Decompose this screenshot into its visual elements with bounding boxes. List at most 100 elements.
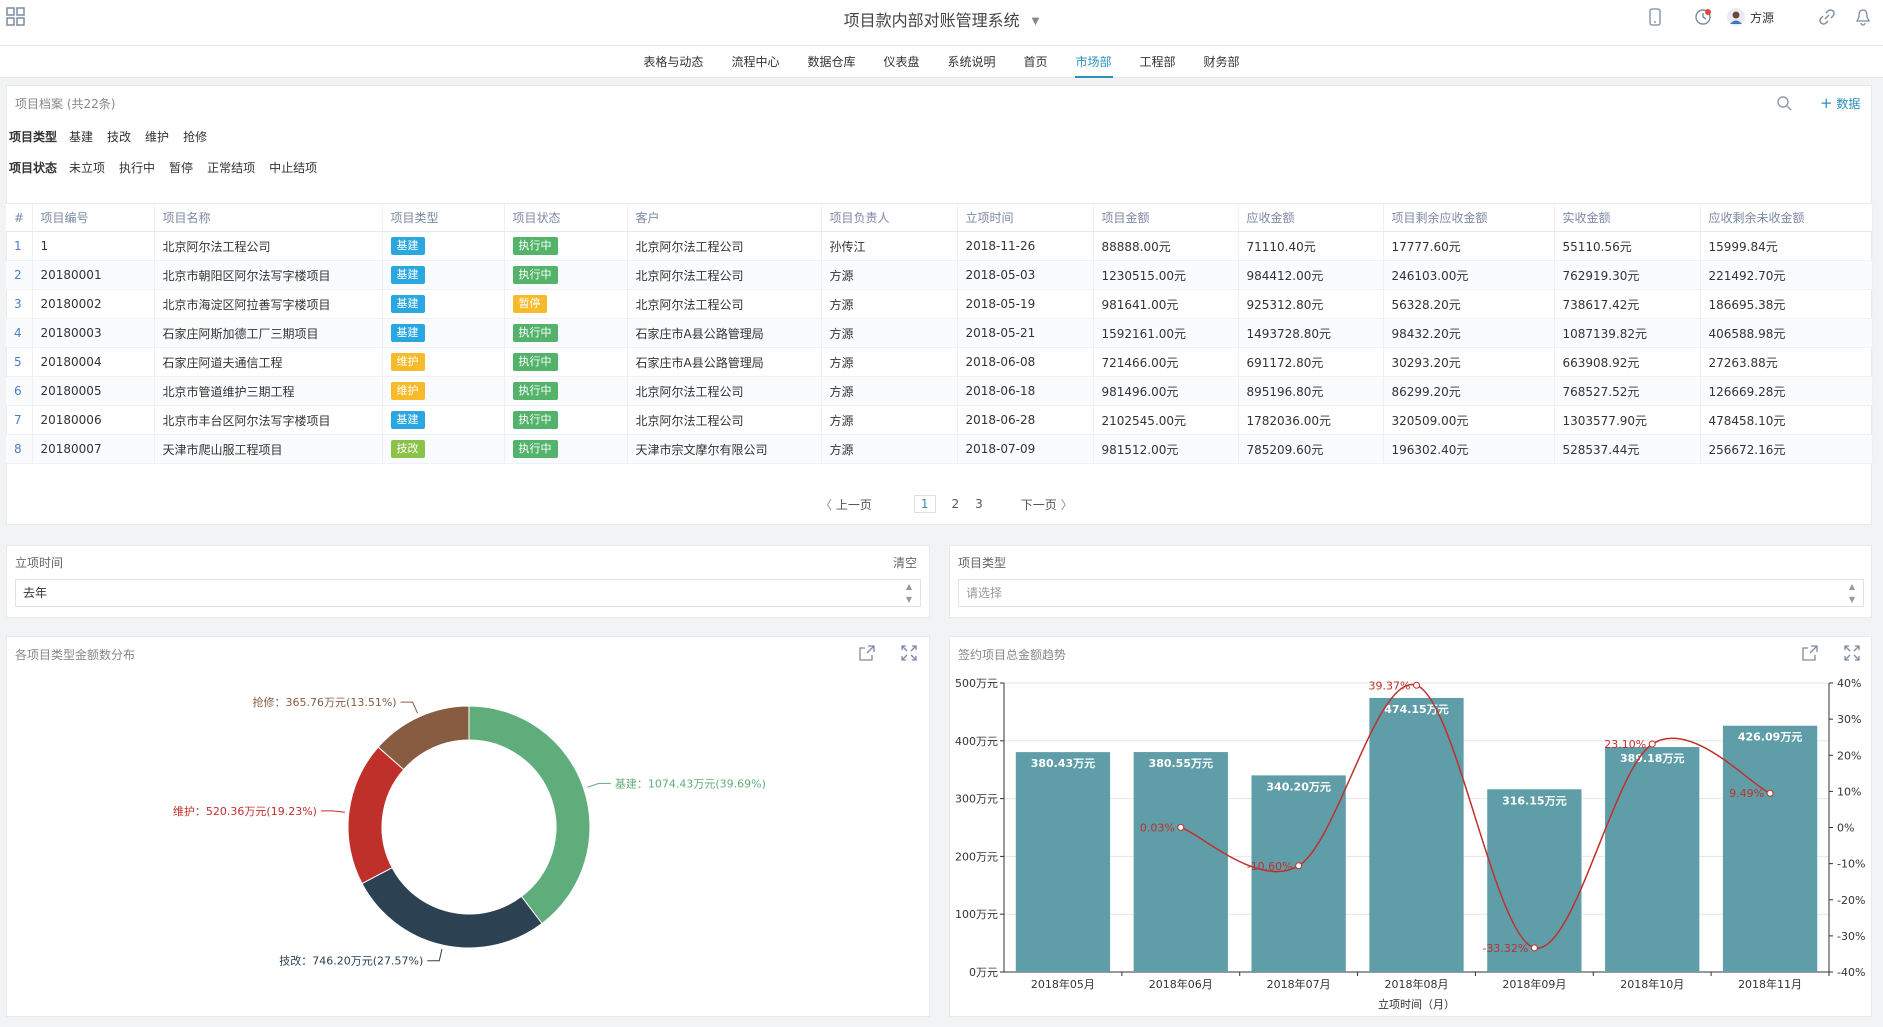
- bar[interactable]: [1605, 747, 1700, 972]
- table-row[interactable]: 4 20180003 石家庄阿斯加德工厂三期项目 基建 执行中 石家庄市A县公路管理局 方源…: [6, 318, 1873, 348]
- page-1-button[interactable]: 1: [913, 495, 936, 513]
- filter-option[interactable]: 抢修: [183, 128, 207, 145]
- tab-7[interactable]: 工程部: [1139, 46, 1177, 78]
- filter-option[interactable]: 技改: [107, 128, 131, 145]
- type-badge: 基建: [390, 411, 425, 429]
- table-cell: 1303577.90元: [1554, 405, 1701, 435]
- mobile-icon[interactable]: [1631, 6, 1679, 28]
- app-title[interactable]: 项目款内部对账管理系统 ▼: [0, 7, 1883, 31]
- main-nav: 表格与动态 流程中心 数据仓库 仪表盘 系统说明 首页 市场部 工程部 财务部: [0, 46, 1883, 78]
- type-filter-label: 项目类型: [958, 556, 1007, 570]
- type-badge: 维护: [390, 382, 425, 400]
- export-icon[interactable]: [1802, 645, 1818, 661]
- column-header[interactable]: 项目类型: [382, 203, 505, 232]
- tab-2[interactable]: 数据仓库: [806, 46, 856, 78]
- column-header[interactable]: 项目编号: [32, 203, 155, 232]
- date-select[interactable]: 去年 ▲ ▼: [15, 579, 921, 607]
- filter-option[interactable]: 中止结项: [269, 159, 317, 176]
- type-select[interactable]: 请选择 ▲ ▼: [958, 579, 1864, 607]
- column-header[interactable]: 项目负责人: [821, 203, 958, 232]
- table-row[interactable]: 2 20180001 北京市朝阳区阿尔法写字楼项目 基建 执行中 北京阿尔法工程公司 方源 2…: [6, 260, 1873, 290]
- notification-clock-icon[interactable]: [1679, 6, 1727, 28]
- fullscreen-icon[interactable]: [901, 645, 917, 661]
- line-point[interactable]: [1177, 823, 1185, 831]
- table-cell: 256672.16元: [1700, 434, 1873, 464]
- filter-option[interactable]: 正常结项: [207, 159, 255, 176]
- table-row[interactable]: 8 20180007 天津市爬山服工程项目 技改 执行中 天津市宗文摩尔有限公司 方源 201…: [6, 434, 1873, 464]
- filter-option[interactable]: 暂停: [169, 159, 193, 176]
- line-point[interactable]: [1530, 944, 1538, 952]
- bell-icon[interactable]: [1851, 6, 1875, 28]
- next-page-button[interactable]: 下一页 〉: [1021, 496, 1073, 513]
- link-icon[interactable]: [1803, 6, 1851, 28]
- table-row[interactable]: 1 1 北京阿尔法工程公司 基建 执行中 北京阿尔法工程公司 孙传江 2018-11-26 88…: [6, 231, 1873, 261]
- export-icon[interactable]: [859, 645, 875, 661]
- table-row[interactable]: 5 20180004 石家庄阿道夫通信工程 维护 执行中 石家庄市A县公路管理局 方源 201…: [6, 347, 1873, 377]
- filter-label: 项目类型: [9, 130, 58, 144]
- pie-slice-技改[interactable]: [361, 866, 543, 949]
- table-cell: 528537.44元: [1554, 434, 1701, 464]
- column-header[interactable]: 应收剩余未收金额: [1700, 203, 1873, 232]
- column-header[interactable]: 项目名称: [154, 203, 383, 232]
- column-header[interactable]: 应收金额: [1238, 203, 1384, 232]
- column-header[interactable]: #: [6, 203, 33, 232]
- tab-4[interactable]: 系统说明: [946, 46, 996, 78]
- page-2-button[interactable]: 2: [952, 497, 960, 511]
- table-row[interactable]: 6 20180005 北京市管道维护三期工程 维护 执行中 北京阿尔法工程公司 方源 2018…: [6, 376, 1873, 406]
- line-point[interactable]: [1413, 681, 1420, 689]
- table-cell: 320509.00元: [1383, 405, 1555, 435]
- table-cell: 方源: [821, 376, 958, 406]
- filter-option[interactable]: 未立项: [69, 159, 105, 176]
- table-row[interactable]: 7 20180006 北京市丰台区阿尔法写字楼项目 基建 执行中 北京阿尔法工程公司 方源 2…: [6, 405, 1873, 435]
- filter-option[interactable]: 执行中: [119, 159, 155, 176]
- column-header[interactable]: 项目剩余应收金额: [1383, 203, 1555, 232]
- y2-tick-label: -10%: [1837, 858, 1865, 871]
- table-cell: 20180003: [32, 318, 155, 348]
- column-header[interactable]: 项目金额: [1093, 203, 1239, 232]
- add-data-button[interactable]: + 数据: [1820, 94, 1860, 112]
- fullscreen-icon[interactable]: [1844, 645, 1860, 661]
- tab-5[interactable]: 首页: [1023, 46, 1049, 78]
- column-header[interactable]: 立项时间: [957, 203, 1094, 232]
- tab-3[interactable]: 仪表盘: [882, 46, 920, 78]
- bar[interactable]: [1251, 775, 1346, 972]
- table-row[interactable]: 3 20180002 北京市海淀区阿拉善写字楼项目 基建 暂停 北京阿尔法工程公司 方源 20…: [6, 289, 1873, 319]
- clear-button[interactable]: 清空: [893, 554, 917, 571]
- tab-0[interactable]: 表格与动态: [642, 46, 704, 78]
- status-badge: 执行中: [512, 382, 558, 400]
- line-point[interactable]: [1648, 740, 1656, 748]
- prev-page-button[interactable]: 〈 上一页: [820, 496, 872, 513]
- line-point-label: -10.60%: [1247, 860, 1293, 873]
- table-cell: 221492.70元: [1700, 260, 1873, 290]
- bar-value-label: 380.55万元: [1149, 757, 1213, 770]
- type-badge: 基建: [390, 295, 425, 313]
- pie-slice-维护[interactable]: [347, 746, 405, 885]
- line-point-label: -33.32%: [1482, 942, 1528, 955]
- column-header[interactable]: 实收金额: [1554, 203, 1701, 232]
- bar[interactable]: [1722, 725, 1818, 972]
- column-header[interactable]: 客户: [627, 203, 822, 232]
- tab-6[interactable]: 市场部: [1074, 46, 1113, 78]
- tab-8[interactable]: 财务部: [1203, 46, 1241, 78]
- table-cell: 基建: [382, 260, 505, 290]
- table-header: # 项目编号 项目名称 项目类型 项目状态 客户 项目负责人 立项时间 项目金额 应收金额 项目剩余…: [6, 203, 1873, 232]
- bar[interactable]: [1015, 752, 1111, 972]
- chevron-right-icon: 〉: [1060, 497, 1073, 512]
- table-cell: 执行中: [504, 376, 628, 406]
- user-menu[interactable]: 方源: [1727, 8, 1803, 26]
- line-point[interactable]: [1295, 862, 1303, 870]
- line-point[interactable]: [1766, 789, 1774, 797]
- type-select-placeholder: 请选择: [966, 586, 1003, 600]
- bar[interactable]: [1133, 752, 1228, 972]
- y-tick-label: 100万元: [955, 908, 998, 921]
- tab-1[interactable]: 流程中心: [730, 46, 780, 78]
- bar-value-label: 316.15万元: [1502, 794, 1566, 807]
- filter-option[interactable]: 基建: [69, 128, 93, 145]
- filter-option[interactable]: 维护: [145, 128, 169, 145]
- table-cell: 执行中: [504, 260, 628, 290]
- table-cell: 技改: [382, 434, 505, 464]
- column-header[interactable]: 项目状态: [504, 203, 628, 232]
- pie-slice-基建[interactable]: [468, 705, 591, 925]
- page-3-button[interactable]: 3: [975, 497, 983, 511]
- search-icon[interactable]: [1776, 95, 1792, 111]
